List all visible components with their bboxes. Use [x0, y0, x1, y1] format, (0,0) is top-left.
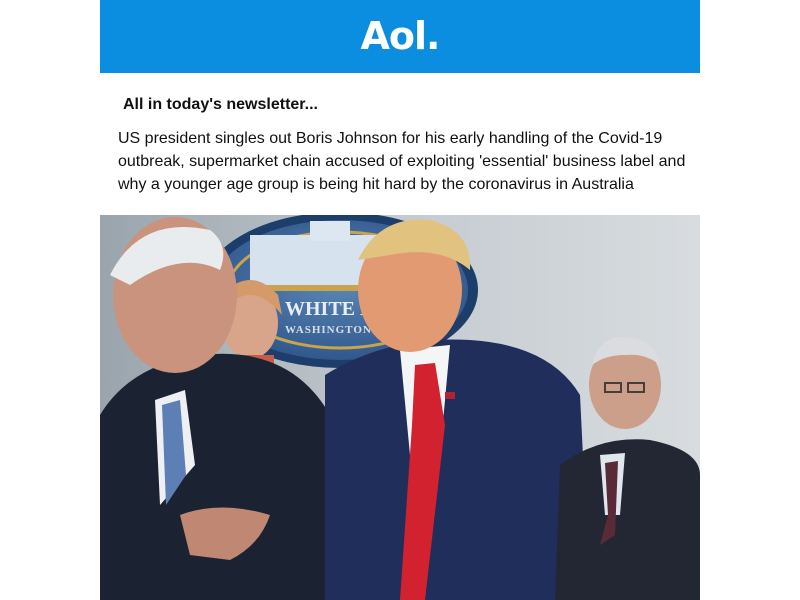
featured-photo-illustration: WHITE H WASHINGTON	[100, 215, 700, 600]
newsletter-header: Aol.	[100, 0, 700, 73]
email-body: Aol. All in today's newsletter... US pre…	[100, 0, 700, 600]
newsletter-summary: US president singles out Boris Johnson f…	[118, 130, 686, 193]
seal-text-bottom: WASHINGTON	[285, 324, 372, 336]
newsletter-heading: All in today's newsletter...	[123, 96, 318, 113]
aol-logo[interactable]: Aol.	[361, 17, 441, 55]
featured-photo[interactable]: WHITE H WASHINGTON	[100, 215, 700, 600]
newsletter-content: All in today's newsletter... US presiden…	[100, 73, 700, 196]
